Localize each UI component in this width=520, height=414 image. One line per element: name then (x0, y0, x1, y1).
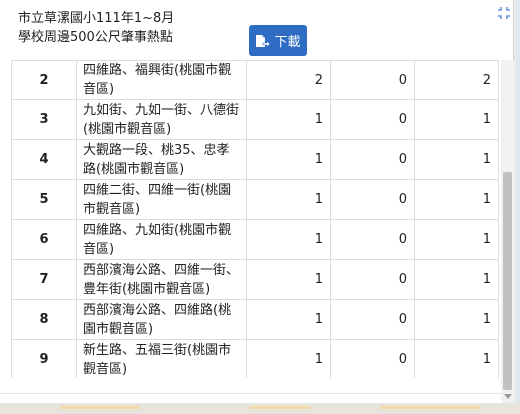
table-row: 8 西部濱海公路、四維路(桃園市觀音區) 1 0 1 (11, 299, 499, 340)
road-name: 九如街、九如一街、八德街(桃園市觀音區) (76, 99, 247, 140)
road-name: 大觀路一段、桃35、忠孝路(桃園市觀音區) (76, 139, 247, 180)
table-row: 2 四維路、福興街(桃園市觀音區) 2 0 2 (11, 60, 499, 100)
road-name: 西部濱海公路、四維一街、豊年街(桃園市觀音區) (76, 259, 247, 300)
row-number: 5 (11, 179, 77, 220)
expand-icon[interactable] (497, 6, 511, 20)
scroll-down-arrow-icon[interactable] (504, 394, 512, 399)
value-c: 1 (414, 259, 499, 300)
download-button[interactable]: 下載 (249, 25, 307, 56)
road-name: 四維二街、四維一街(桃園市觀音區) (76, 179, 247, 220)
table-row: 6 四維路、九如街(桃園市觀音區) 1 0 1 (11, 219, 499, 260)
road-name: 四維路、福興街(桃園市觀音區) (76, 60, 247, 100)
value-b: 0 (330, 219, 415, 260)
value-a: 1 (246, 179, 331, 220)
map-background-bottom (0, 403, 520, 414)
value-a: 1 (246, 299, 331, 340)
map-background (515, 0, 520, 414)
popup-footer (0, 393, 502, 403)
table-row: 9 新生路、五福三街(桃園市觀音區) 1 0 1 (11, 339, 499, 378)
row-number: 9 (11, 339, 77, 378)
title-line-2: 學校周邊500公尺肇事熱點 (18, 30, 173, 45)
download-icon (256, 34, 271, 48)
popup-title: 市立草漯國小111年1~8月 學校周邊500公尺肇事熱點 (18, 9, 174, 47)
road-name: 西部濱海公路、四維路(桃園市觀音區) (76, 299, 247, 340)
scrollbar[interactable] (501, 60, 514, 402)
value-a: 1 (246, 259, 331, 300)
value-c: 1 (414, 179, 499, 220)
row-number: 7 (11, 259, 77, 300)
value-b: 0 (330, 60, 415, 100)
value-c: 1 (414, 299, 499, 340)
value-b: 0 (330, 139, 415, 180)
value-a: 1 (246, 339, 331, 378)
hotspot-table: 2 四維路、福興街(桃園市觀音區) 2 0 2 3 九如街、九如一街、八德街(桃園市觀音區)… (11, 60, 499, 378)
value-b: 0 (330, 259, 415, 300)
download-label: 下載 (274, 35, 301, 50)
row-number: 8 (11, 299, 77, 340)
table-row: 7 西部濱海公路、四維一街、豊年街(桃園市觀音區) 1 0 1 (11, 259, 499, 300)
value-b: 0 (330, 339, 415, 378)
value-a: 2 (246, 60, 331, 100)
value-c: 1 (414, 339, 499, 378)
row-number: 2 (11, 60, 77, 100)
hotspot-popup: 市立草漯國小111年1~8月 學校周邊500公尺肇事熱點 下載 2 四維路、福興街… (0, 0, 514, 403)
value-c: 1 (414, 219, 499, 260)
value-a: 1 (246, 99, 331, 140)
table-row: 5 四維二街、四維一街(桃園市觀音區) 1 0 1 (11, 179, 499, 220)
road-name: 四維路、九如街(桃園市觀音區) (76, 219, 247, 260)
table-row: 4 大觀路一段、桃35、忠孝路(桃園市觀音區) 1 0 1 (11, 139, 499, 180)
row-number: 4 (11, 139, 77, 180)
hotspot-table-container: 2 四維路、福興街(桃園市觀音區) 2 0 2 3 九如街、九如一街、八德街(桃園市觀音區)… (11, 60, 499, 378)
value-b: 0 (330, 299, 415, 340)
value-b: 0 (330, 179, 415, 220)
value-a: 1 (246, 139, 331, 180)
scrollbar-thumb[interactable] (503, 172, 512, 390)
value-b: 0 (330, 99, 415, 140)
row-number: 6 (11, 219, 77, 260)
row-number: 3 (11, 99, 77, 140)
title-line-1: 市立草漯國小111年1~8月 (18, 11, 175, 26)
road-name: 新生路、五福三街(桃園市觀音區) (76, 339, 247, 378)
value-c: 1 (414, 99, 499, 140)
value-c: 1 (414, 139, 499, 180)
value-c: 2 (414, 60, 499, 100)
table-row: 3 九如街、九如一街、八德街(桃園市觀音區) 1 0 1 (11, 99, 499, 140)
value-a: 1 (246, 219, 331, 260)
